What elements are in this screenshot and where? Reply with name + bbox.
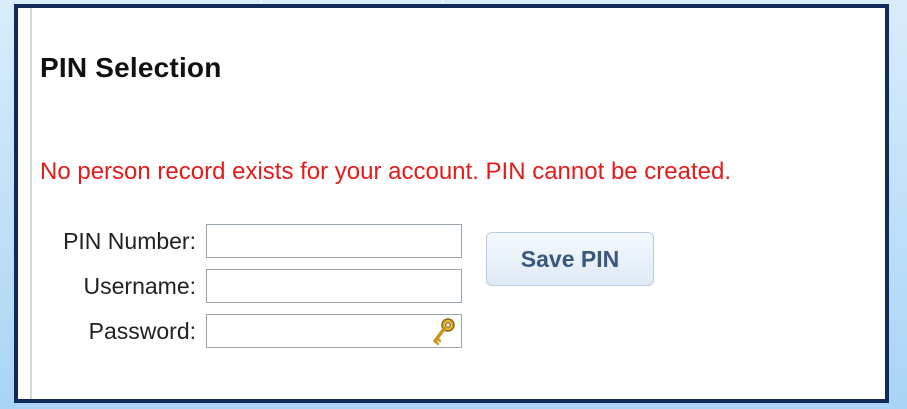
username-row: Username: — [28, 267, 462, 305]
username-label: Username: — [83, 272, 196, 299]
username-field-wrapper — [206, 269, 462, 303]
save-pin-button[interactable]: Save PIN — [486, 232, 654, 286]
page-title: PIN Selection — [40, 52, 222, 83]
pin-selection-panel: PIN Selection No person record exists fo… — [14, 4, 889, 403]
error-message: No person record exists for your account… — [40, 158, 732, 185]
password-input[interactable] — [207, 315, 461, 347]
password-field-wrapper — [206, 314, 462, 348]
password-row: Password: — [28, 312, 462, 350]
password-label: Password: — [88, 317, 196, 344]
pin-number-field-wrapper — [206, 224, 462, 258]
key-icon[interactable] — [431, 317, 457, 347]
pin-number-label: PIN Number: — [63, 227, 196, 254]
pin-number-row: PIN Number: — [28, 222, 462, 260]
username-input[interactable] — [207, 270, 461, 302]
pin-number-input[interactable] — [207, 225, 461, 257]
